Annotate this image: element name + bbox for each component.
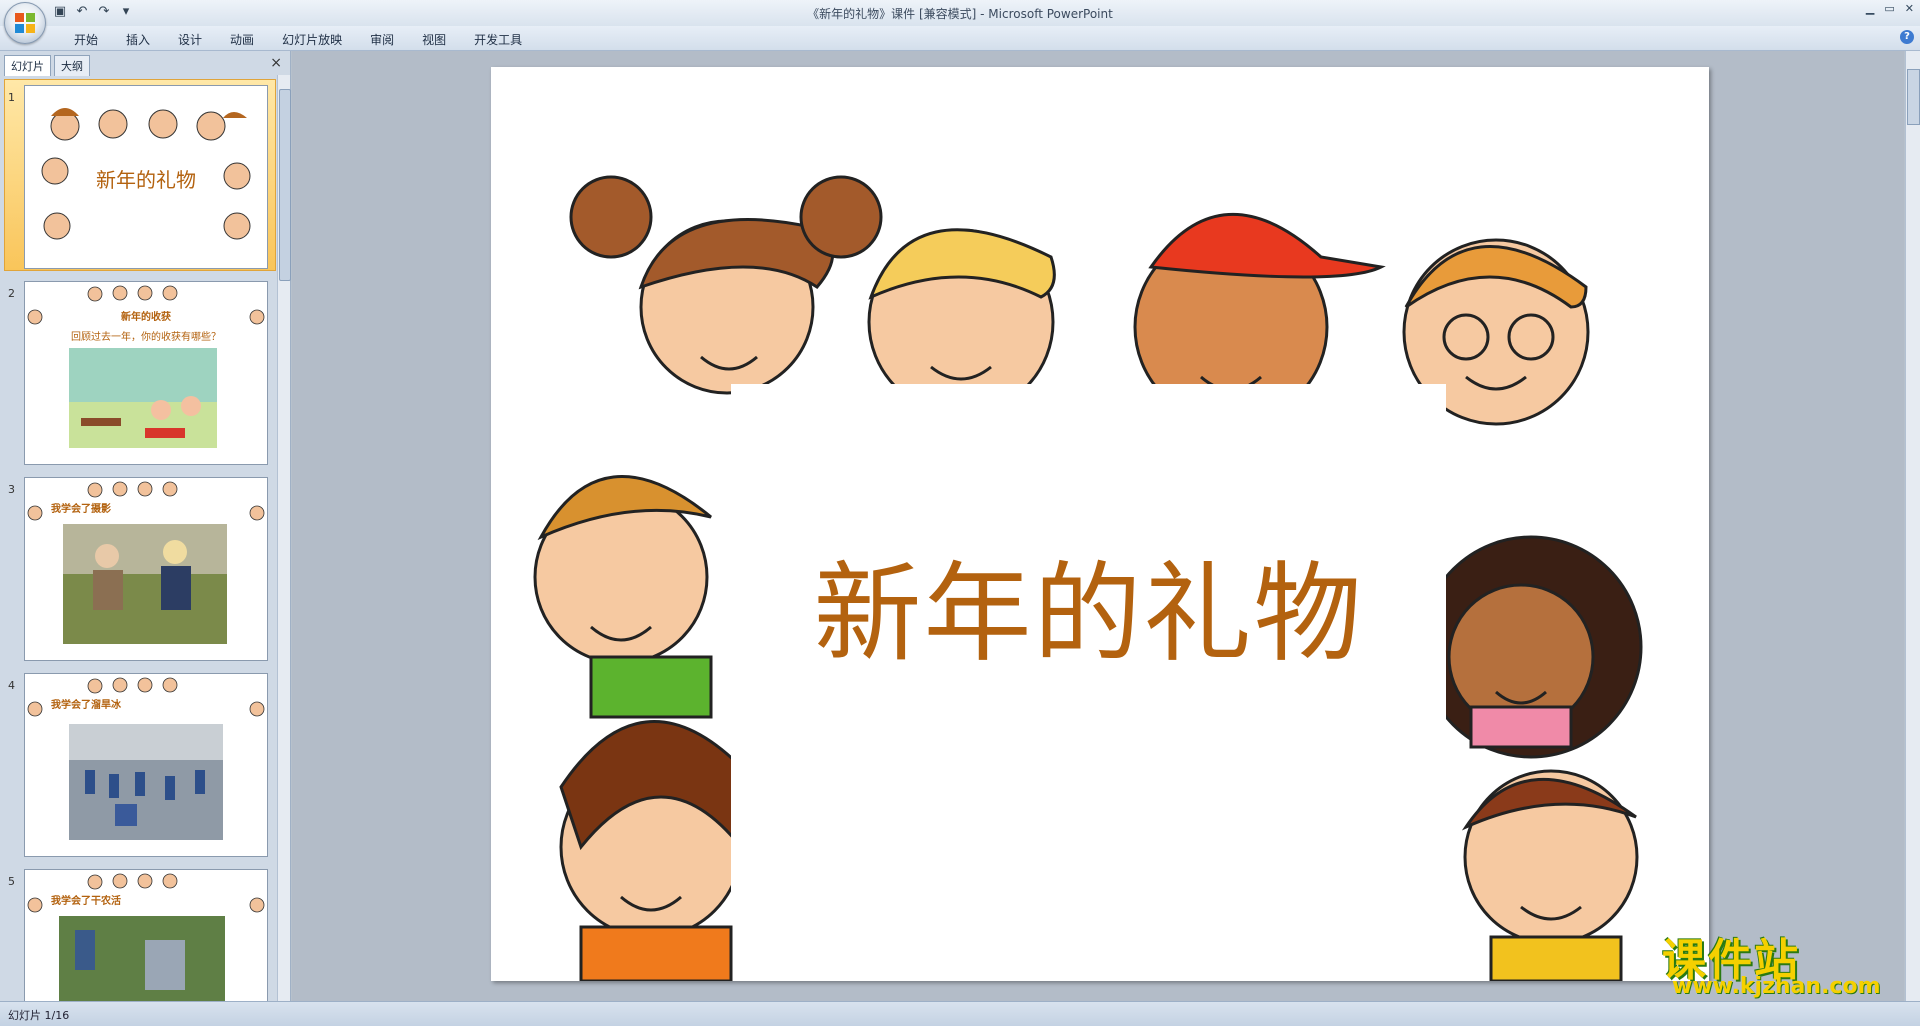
tab-review[interactable]: 审阅 — [356, 29, 408, 50]
close-icon[interactable]: ✕ — [1905, 2, 1914, 15]
slide-indicator: 幻灯片 1/16 — [8, 1009, 70, 1022]
watermark-url: www.kjzhan.com — [1672, 974, 1881, 999]
current-slide[interactable]: 新年的礼物 — [491, 67, 1709, 981]
office-logo-icon — [15, 13, 35, 33]
slide-title[interactable]: 新年的礼物 — [731, 527, 1446, 683]
maximize-icon[interactable]: ▭ — [1884, 2, 1894, 15]
thumbnail-number: 4 — [8, 679, 15, 692]
thumbnail-subtitle: 回顾过去一年，你的收获有哪些？ — [71, 332, 221, 343]
tab-animations[interactable]: 动画 — [216, 29, 268, 50]
tab-slideshow[interactable]: 幻灯片放映 — [268, 29, 356, 50]
tab-insert[interactable]: 插入 — [112, 29, 164, 50]
slide-thumbnail-1[interactable]: 新年的礼物 — [24, 85, 268, 269]
thumbnail-5-art — [27, 873, 265, 1001]
thumbnail-title: 我学会了摄影 — [51, 504, 111, 515]
slide-thumbnail-5[interactable]: 我学会了干农活 — [24, 869, 268, 1001]
tab-slides[interactable]: 幻灯片 — [4, 55, 51, 76]
ribbon-tabs: 开始 插入 设计 动画 幻灯片放映 审阅 视图 开发工具 ? — [0, 26, 1920, 51]
tab-home[interactable]: 开始 — [60, 29, 112, 50]
slides-pane: 幻灯片 大纲 × 1 新年的礼物 2 新年的收获 回顾过去一年，你的收获有哪些？… — [0, 51, 291, 1001]
tab-view[interactable]: 视图 — [408, 29, 460, 50]
thumbnail-title: 新年的收获 — [121, 312, 171, 323]
status-bar: 幻灯片 1/16 — [0, 1001, 1920, 1026]
tab-developer[interactable]: 开发工具 — [460, 29, 536, 50]
thumbnail-title: 新年的礼物 — [96, 168, 196, 192]
thumbnail-number: 1 — [8, 91, 15, 104]
thumbnail-list: 1 新年的礼物 2 新年的收获 回顾过去一年，你的收获有哪些？ 3 我学会了摄影… — [0, 75, 278, 1001]
thumbnail-scrollbar-thumb[interactable] — [279, 89, 291, 281]
watermark-logo: 课件站 www.kjzhan.com — [1662, 924, 1902, 1004]
slide-thumbnail-4[interactable]: 我学会了溜旱冰 — [24, 673, 268, 857]
slide-canvas: 新年的礼物 — [292, 51, 1904, 1001]
tab-outline[interactable]: 大纲 — [54, 55, 90, 76]
thumbnail-title: 我学会了溜旱冰 — [51, 700, 121, 711]
vertical-scrollbar[interactable] — [1905, 51, 1920, 1001]
thumbnail-number: 3 — [8, 483, 15, 496]
title-bar: ▣ ↶ ↷ ▾ 《新年的礼物》课件 [兼容模式] - Microsoft Pow… — [0, 0, 1920, 44]
thumbnail-scrollbar[interactable] — [277, 75, 291, 1001]
thumbnail-number: 5 — [8, 875, 15, 888]
close-pane-icon[interactable]: × — [270, 55, 282, 71]
window-title: 《新年的礼物》课件 [兼容模式] - Microsoft PowerPoint — [807, 7, 1113, 21]
help-icon[interactable]: ? — [1900, 30, 1914, 44]
office-button[interactable] — [4, 2, 46, 44]
tab-design[interactable]: 设计 — [164, 29, 216, 50]
minimize-icon[interactable]: ▁ — [1866, 2, 1874, 15]
slide-thumbnail-2[interactable]: 新年的收获 回顾过去一年，你的收获有哪些？ — [24, 281, 268, 465]
slide-thumbnail-3[interactable]: 我学会了摄影 — [24, 477, 268, 661]
vertical-scrollbar-thumb[interactable] — [1907, 69, 1920, 125]
thumbnail-title: 我学会了干农活 — [51, 896, 121, 907]
thumbnail-number: 2 — [8, 287, 15, 300]
